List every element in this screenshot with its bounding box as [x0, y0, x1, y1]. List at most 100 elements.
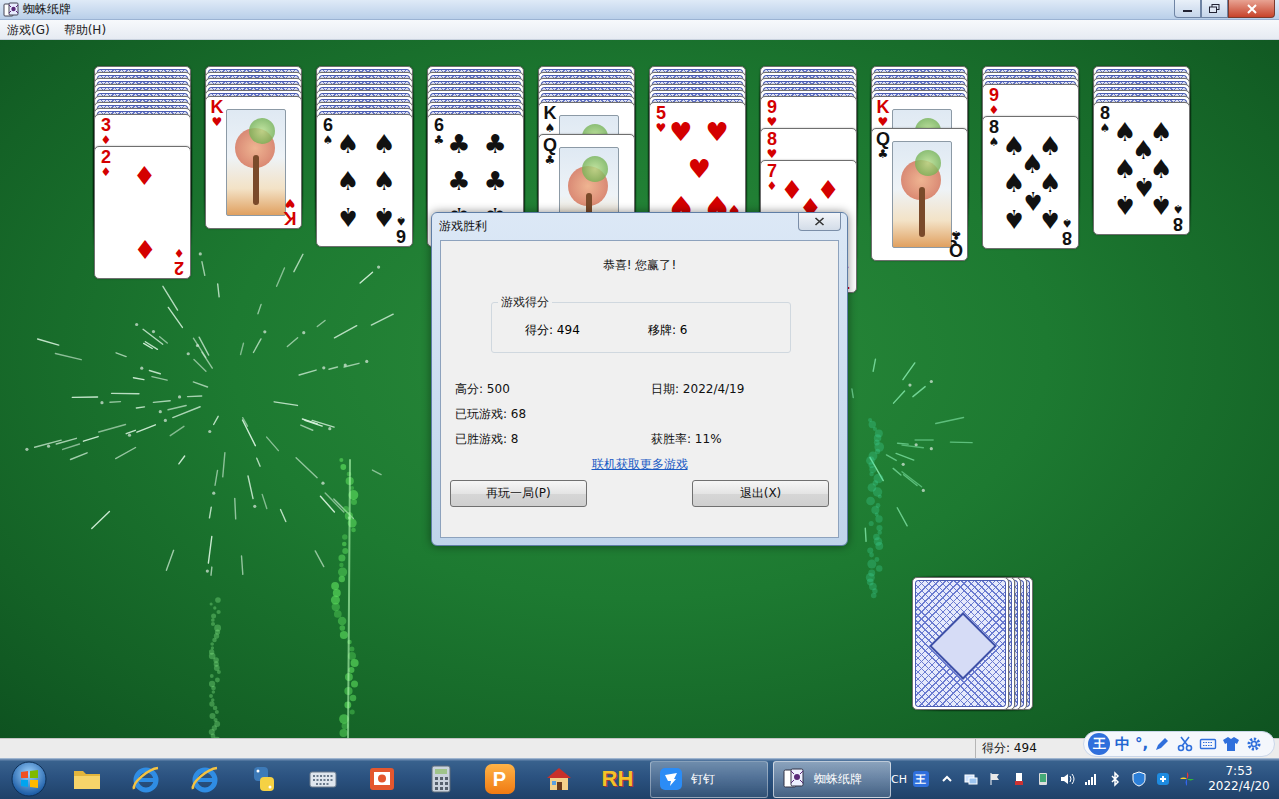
games-played: 已玩游戏: 68 [455, 407, 651, 422]
suit-pip: ♠ [1149, 192, 1172, 218]
menu-item[interactable]: 游戏(G) [0, 21, 57, 39]
task-label: 钉钉 [691, 771, 715, 788]
bluetooth-icon[interactable] [1107, 771, 1123, 787]
card-rank: 6 [393, 227, 409, 244]
pinned-app[interactable] [57, 759, 116, 799]
shield-icon[interactable] [1131, 771, 1147, 787]
close-button[interactable] [1228, 0, 1275, 18]
minimize-button[interactable] [1174, 0, 1201, 18]
pinwheel-icon[interactable] [1179, 771, 1195, 787]
more-games-link[interactable]: 联机获取更多游戏 [441, 457, 838, 472]
pinned-app[interactable] [529, 759, 588, 799]
pinned-app[interactable] [411, 759, 470, 799]
pip-area: ♠♠♠♠♠♠ [339, 129, 394, 232]
ime-logo[interactable]: 王 [1088, 733, 1110, 755]
start-button[interactable] [0, 759, 57, 799]
ime-indicator[interactable]: 王 [913, 771, 929, 787]
card[interactable]: 6♠♠♠♠♠♠♠6♠ [316, 114, 413, 247]
menu-bar: 游戏(G)帮助(H) [0, 20, 1279, 40]
signal-icon[interactable] [1083, 771, 1099, 787]
card[interactable]: 8♠♠♠♠♠♠♠♠♠8♠ [1093, 102, 1190, 235]
task-list: 钉钉 蜘蛛纸牌 [650, 761, 891, 798]
pen-icon[interactable] [1153, 735, 1171, 753]
app-icon [3, 2, 19, 18]
pinned-app[interactable] [352, 759, 411, 799]
card[interactable]: Q♣Q♣ [871, 128, 968, 261]
dialog-close-button[interactable] [798, 213, 841, 231]
suit-pip: ♠ [336, 204, 359, 230]
card-index: 8♠ [986, 119, 1002, 149]
ime-mode[interactable]: 中 [1115, 734, 1130, 754]
card-suit: ♠ [320, 134, 336, 147]
tableau-column[interactable]: 6♠♠♠♠♠♠♠6♠ [316, 66, 413, 247]
gear-icon[interactable] [1245, 735, 1263, 753]
suit-pip: ♣ [483, 131, 506, 157]
card-index: 8♠ [1170, 202, 1186, 232]
suit-pip: ♦ [133, 163, 156, 189]
scissors-icon[interactable] [1176, 735, 1194, 753]
task-button[interactable]: 钉钉 [650, 761, 768, 798]
clock[interactable]: 7:532022/4/20 [1205, 764, 1273, 794]
card-rank: 2 [98, 149, 114, 166]
card-back[interactable] [912, 577, 1009, 710]
card-rank: Q [948, 241, 964, 258]
exit-button[interactable]: 退出(X) [692, 480, 829, 507]
menu-item[interactable]: 帮助(H) [57, 21, 113, 39]
card-suit: ♠ [986, 136, 1002, 149]
usb-icon[interactable] [1011, 771, 1027, 787]
tableau-column[interactable]: 8♠♠♠♠♠♠♠♠♠8♠ [1093, 66, 1190, 235]
card-rank: 7 [764, 163, 780, 180]
stock-pile[interactable] [912, 577, 1033, 710]
card[interactable]: K♥K♥ [205, 96, 302, 229]
speaker-icon[interactable] [1059, 771, 1075, 787]
pinned-app[interactable] [293, 759, 352, 799]
card-rank: 6 [320, 117, 336, 134]
card-index: 8♥ [764, 131, 780, 161]
shirt-icon[interactable] [1222, 735, 1240, 753]
play-again-button[interactable]: 再玩一局(P) [450, 480, 587, 507]
card-suit: ♠ [1097, 122, 1113, 135]
card-index: 3♦ [98, 117, 114, 147]
card-rank: 8 [986, 119, 1002, 136]
calculator-icon [425, 763, 457, 795]
ime-mode[interactable]: °, [1135, 734, 1148, 754]
task-button[interactable]: 蜘蛛纸牌 [773, 761, 891, 798]
pinned-app[interactable] [116, 759, 175, 799]
card-index: 5♥ [653, 105, 669, 135]
move-count: 移牌: 6 [648, 323, 688, 338]
tableau-column[interactable]: 3♦2♦♦♦2♦ [94, 66, 191, 279]
clock-date: 2022/4/20 [1205, 779, 1273, 794]
arrow-icon[interactable] [939, 771, 955, 787]
card-rank: 9 [764, 99, 780, 116]
tableau-column[interactable]: 9♦8♠♠♠♠♠♠♠♠♠8♠ [982, 66, 1079, 249]
title-bar: 蜘蛛纸牌 [0, 0, 1279, 20]
keyboard-icon[interactable] [1199, 735, 1217, 753]
score-group-title: 游戏得分 [498, 295, 552, 309]
games-won: 已胜游戏: 8 [455, 432, 651, 447]
high-score: 高分: 500 [455, 382, 651, 397]
suit-pip: ♠ [372, 168, 395, 194]
tableau-column[interactable]: K♥Q♣Q♣ [871, 66, 968, 261]
app-icon[interactable] [1155, 771, 1171, 787]
restore-button[interactable] [1201, 0, 1228, 18]
phone-icon[interactable] [1035, 771, 1051, 787]
suit-pip: ♥ [669, 119, 692, 145]
tableau-column[interactable]: 5♥♥♥♥♥♥5♥ [649, 66, 746, 235]
language-indicator[interactable]: CH [891, 773, 907, 786]
suit-pip: ♠ [336, 131, 359, 157]
tableau-column[interactable]: K♥K♥ [205, 66, 302, 229]
network-icon[interactable] [963, 771, 979, 787]
win-message: 恭喜! 您赢了! [441, 241, 838, 273]
pip-area: ♠♠♠♠♠♠♠♠ [1005, 131, 1060, 234]
pinned-app[interactable]: P [470, 759, 529, 799]
card[interactable]: 8♠♠♠♠♠♠♠♠♠8♠ [982, 116, 1079, 249]
pinned-app[interactable]: RH [588, 759, 647, 799]
score-row: 得分: 494移牌: 6 [492, 309, 790, 338]
court-picture [226, 109, 286, 216]
card-rank: K [209, 99, 225, 116]
game-score: 得分: 494 [525, 323, 648, 338]
pinned-app[interactable] [175, 759, 234, 799]
card[interactable]: 2♦♦♦2♦ [94, 146, 191, 279]
pinned-app[interactable] [234, 759, 293, 799]
flag-icon[interactable] [987, 771, 1003, 787]
